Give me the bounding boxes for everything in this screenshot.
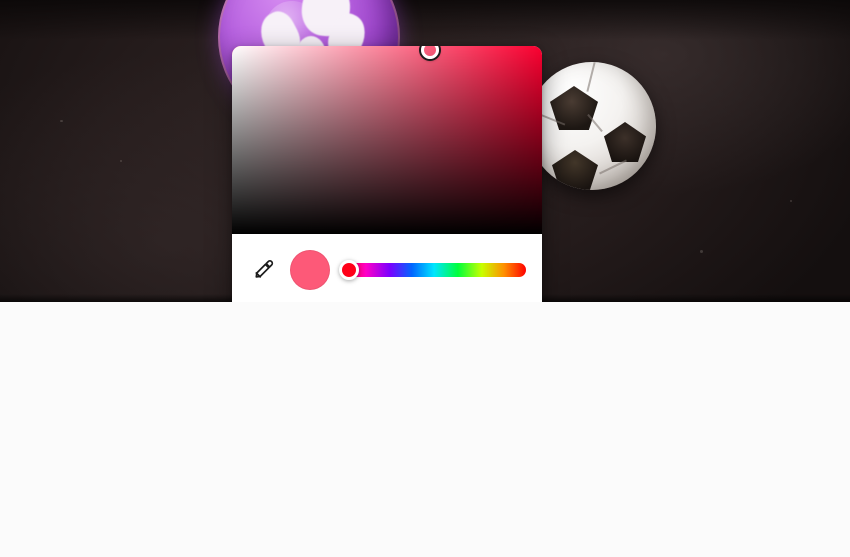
controls-panel: Mode Input Color Target Color Tolerance — [0, 302, 850, 557]
hue-slider-thumb[interactable] — [339, 260, 359, 280]
hue-slider-track[interactable] — [342, 263, 526, 277]
saturation-value-cursor[interactable] — [421, 46, 440, 59]
soccer-ball-seam — [586, 62, 596, 92]
hue-slider[interactable] — [339, 260, 526, 280]
soccer-ball-panel — [604, 122, 646, 162]
saturation-value-area[interactable] — [232, 46, 542, 234]
soccer-ball-panel — [550, 86, 598, 130]
selected-color-preview[interactable] — [290, 250, 330, 290]
soccer-ball — [528, 62, 656, 190]
soccer-ball-panel — [552, 150, 598, 190]
photo-speck — [120, 160, 122, 162]
photo-speck — [700, 250, 703, 253]
picker-controls-row — [248, 246, 526, 294]
app-root: 253 89 120 R G B Mode — [0, 0, 850, 557]
eyedropper-icon[interactable] — [248, 255, 278, 285]
photo-top-shading — [0, 0, 850, 40]
photo-speck — [60, 120, 63, 122]
photo-speck — [790, 200, 792, 202]
